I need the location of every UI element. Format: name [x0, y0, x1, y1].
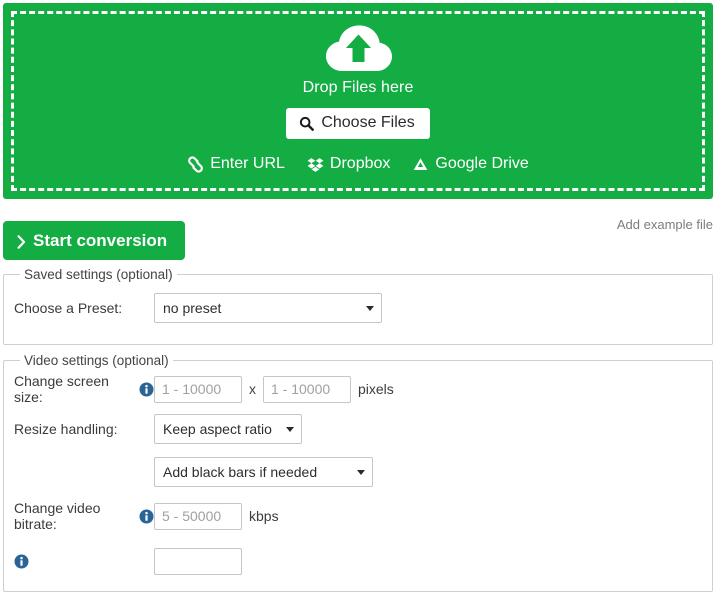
- resize-mode-select-wrap: Keep aspect ratio: [154, 414, 302, 444]
- video-settings-panel: Video settings (optional) Change screen …: [3, 353, 713, 592]
- video-bitrate-label-wrap: Change video bitrate:: [14, 500, 154, 532]
- dropbox-link[interactable]: Dropbox: [307, 155, 390, 173]
- screen-size-label-wrap: Change screen size:: [14, 373, 154, 405]
- resize-mode-select[interactable]: Keep aspect ratio: [154, 414, 302, 444]
- file-dropzone[interactable]: Drop Files here Choose Files Enter URL D…: [3, 3, 713, 199]
- start-conversion-label: Start conversion: [33, 230, 168, 250]
- chevron-right-icon: [17, 234, 26, 249]
- dropbox-label: Dropbox: [329, 155, 391, 172]
- preset-label: Choose a Preset:: [14, 300, 123, 316]
- screen-size-label: Change screen size:: [14, 373, 109, 405]
- cloud-services-row: Enter URL Dropbox Google Drive: [187, 155, 529, 173]
- choose-files-button[interactable]: Choose Files: [286, 108, 430, 139]
- preset-row: Choose a Preset: no preset: [14, 282, 702, 334]
- google-drive-link[interactable]: Google Drive: [412, 155, 529, 173]
- google-drive-icon: [412, 156, 429, 173]
- resize-handling-label-wrap: Resize handling:: [14, 421, 154, 437]
- screen-height-input[interactable]: [263, 375, 351, 403]
- link-icon: [187, 155, 204, 173]
- screen-width-input[interactable]: [154, 375, 242, 403]
- screen-size-row: Change screen size: x pixels: [14, 368, 702, 410]
- choose-files-label: Choose Files: [321, 114, 415, 131]
- cloud-upload-icon: [322, 21, 394, 73]
- preset-label-wrap: Choose a Preset:: [14, 300, 154, 316]
- search-icon: [299, 116, 315, 131]
- video-bitrate-label: Change video bitrate:: [14, 500, 101, 532]
- enter-url-link[interactable]: Enter URL: [187, 155, 285, 173]
- audio-bitrate-row-partial: [14, 541, 702, 581]
- resize-fill-select-wrap: Add black bars if needed: [154, 457, 373, 487]
- resize-fill-row: Add black bars if needed: [14, 453, 702, 491]
- action-row: Start conversion Add example file: [3, 217, 713, 267]
- dropbox-icon: [307, 156, 324, 173]
- start-conversion-button[interactable]: Start conversion: [3, 221, 186, 260]
- next-setting-input[interactable]: [154, 547, 242, 575]
- audio-bitrate-label-wrap: [14, 554, 154, 569]
- enter-url-label: Enter URL: [210, 155, 285, 172]
- resize-handling-label: Resize handling:: [14, 421, 118, 437]
- resize-handling-row: Resize handling: Keep aspect ratio: [14, 410, 702, 448]
- drop-files-text: Drop Files here: [302, 79, 414, 96]
- info-icon[interactable]: [139, 509, 154, 524]
- video-bitrate-input[interactable]: [154, 502, 242, 530]
- video-bitrate-row: Change video bitrate: kbps: [14, 496, 702, 536]
- add-example-file-link[interactable]: Add example file: [617, 217, 713, 232]
- video-settings-legend: Video settings (optional): [24, 353, 169, 368]
- kbps-unit-label: kbps: [249, 508, 279, 524]
- google-drive-label: Google Drive: [435, 155, 529, 172]
- pixels-unit-label: pixels: [358, 381, 394, 397]
- resize-fill-select[interactable]: Add black bars if needed: [154, 457, 373, 487]
- dimension-separator: x: [249, 381, 256, 397]
- saved-settings-legend: Saved settings (optional): [24, 267, 173, 282]
- preset-select-wrap: no preset: [154, 293, 382, 323]
- preset-select[interactable]: no preset: [154, 293, 382, 323]
- info-icon[interactable]: [14, 554, 29, 569]
- saved-settings-panel: Saved settings (optional) Choose a Prese…: [3, 267, 713, 345]
- info-icon[interactable]: [139, 382, 154, 397]
